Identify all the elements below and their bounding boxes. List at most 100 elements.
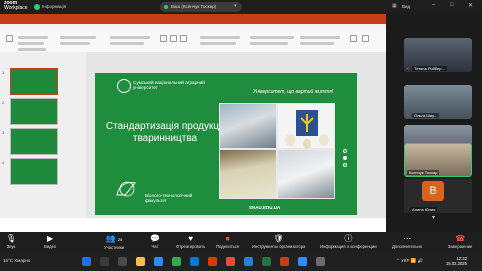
info-icon: ⓘ bbox=[344, 234, 353, 243]
ribbon-control bbox=[200, 42, 236, 45]
video-icon: ▶ bbox=[47, 234, 54, 243]
reactions-button[interactable]: ♥ Отреагировать bbox=[176, 234, 205, 249]
end-call-icon: ☎ bbox=[455, 234, 466, 243]
thumbnail-number: 2 bbox=[2, 100, 5, 105]
audio-button[interactable]: 🎙 Звук bbox=[6, 234, 16, 249]
designer-icon bbox=[362, 35, 369, 42]
end-meeting-button[interactable]: ☎ Завершение bbox=[448, 234, 472, 249]
ribbon-control bbox=[110, 42, 144, 45]
slide-thumbnail[interactable] bbox=[10, 98, 58, 125]
ribbon-control bbox=[250, 36, 294, 39]
mic-off-icon: ✕ bbox=[406, 66, 410, 71]
active-speaker-tile[interactable]: Ксенчук Тоскар bbox=[404, 143, 472, 177]
slide-thumbnail[interactable] bbox=[10, 128, 58, 155]
folder-icon[interactable] bbox=[136, 257, 145, 266]
nav-dot bbox=[343, 163, 347, 167]
view-button[interactable]: Вид bbox=[402, 4, 410, 9]
slide-thumbnail[interactable] bbox=[10, 68, 58, 95]
mic-off-icon: ✕ bbox=[406, 113, 410, 118]
word-icon[interactable] bbox=[244, 257, 253, 266]
powerpoint-icon[interactable] bbox=[280, 257, 289, 266]
shield-icon: 🛡 bbox=[273, 234, 284, 243]
share-screen-button[interactable]: ⏹ Поделиться bbox=[216, 234, 239, 249]
edge-icon[interactable] bbox=[154, 257, 163, 266]
eggs-photo bbox=[277, 103, 335, 149]
ribbon-control bbox=[18, 36, 48, 39]
nav-dot bbox=[343, 156, 347, 160]
eggs-icon bbox=[285, 110, 329, 149]
university-name: Сумський національний аграрний університ… bbox=[133, 80, 205, 90]
start-icon[interactable] bbox=[82, 257, 91, 266]
chevron-down-icon[interactable]: ▾ bbox=[432, 214, 435, 221]
task-view-icon[interactable] bbox=[118, 257, 127, 266]
participant-name: Алина Юлия bbox=[410, 207, 438, 212]
share-screen-icon: ⏹ bbox=[225, 234, 230, 243]
shield-icon[interactable] bbox=[34, 4, 40, 10]
participants-button[interactable]: 👥 25 Участники bbox=[104, 234, 124, 250]
zoom-icon[interactable] bbox=[298, 257, 307, 266]
ribbon-control bbox=[60, 36, 96, 39]
slide-title: Стандартизація продукції тваринництва bbox=[105, 121, 225, 144]
zoom-logo: zoom Workplace bbox=[4, 0, 28, 11]
slide-thumbnail[interactable] bbox=[10, 158, 58, 185]
video-button[interactable]: ▶ Видео bbox=[44, 234, 56, 249]
site-url[interactable]: SNAU.EDU.UA bbox=[249, 205, 280, 210]
university-logo bbox=[117, 79, 131, 93]
excel-icon[interactable] bbox=[262, 257, 271, 266]
info-label[interactable]: Інформація bbox=[42, 4, 66, 9]
thumbnail-number: 4 bbox=[2, 160, 5, 165]
participant-avatar: B bbox=[422, 181, 444, 201]
maximize-icon[interactable]: □ bbox=[450, 2, 454, 8]
participants-icon: 👥 25 bbox=[105, 234, 123, 243]
slide: Сумський національний аграрний університ… bbox=[95, 73, 357, 215]
poultry-farm-photo bbox=[219, 149, 277, 199]
chevron-down-icon[interactable]: ▾ bbox=[234, 3, 237, 9]
opera-icon[interactable] bbox=[226, 257, 235, 266]
mic-icon: 🎙 bbox=[6, 234, 17, 243]
ribbon-control bbox=[60, 42, 90, 45]
design-icon bbox=[350, 35, 357, 42]
chat-icon: 💬 bbox=[150, 234, 160, 243]
shape-icon bbox=[160, 35, 167, 42]
share-status-label: Ваш (Ксенчук Тоскар) bbox=[171, 4, 217, 9]
minimize-icon[interactable]: – bbox=[432, 2, 435, 8]
thumbnail-number: 1 bbox=[2, 70, 5, 75]
chrome-icon[interactable] bbox=[172, 257, 181, 266]
ribbon-control bbox=[200, 36, 240, 39]
more-icon: ⋯ bbox=[403, 234, 412, 243]
search-icon[interactable] bbox=[100, 257, 109, 266]
chat-button[interactable]: 💬 Чат bbox=[150, 234, 160, 249]
ribbon-control bbox=[110, 36, 150, 39]
laboratory-photo bbox=[277, 149, 335, 199]
participant-name: Тетяна Ройбер... bbox=[412, 66, 447, 71]
scientist-photo bbox=[219, 103, 277, 149]
participant-video-tile[interactable]: ✕ Ольга Шиу... bbox=[404, 85, 472, 119]
participant-name: Ксенчук Тоскар bbox=[407, 170, 440, 175]
weather-widget[interactable]: 15°C Хмарно bbox=[3, 258, 30, 263]
system-tray[interactable]: ⌃ УКР 📶 🔊 bbox=[396, 258, 423, 264]
shape-icon bbox=[180, 35, 187, 42]
ribbon-control bbox=[18, 48, 46, 51]
view-icon[interactable]: ▦ bbox=[392, 3, 397, 9]
shape-icon bbox=[170, 35, 177, 42]
ribbon-control bbox=[250, 42, 288, 45]
participant-name: Ольга Шиу... bbox=[412, 113, 440, 118]
office-icon[interactable] bbox=[208, 257, 217, 266]
meeting-info-button[interactable]: ⓘ Информация о конференции bbox=[320, 234, 377, 249]
nav-dot bbox=[343, 149, 347, 153]
host-tools-button[interactable]: 🛡 Инструменты организатора bbox=[252, 234, 305, 249]
more-button[interactable]: ⋯ Дополнительно bbox=[392, 234, 422, 249]
share-status-icon bbox=[164, 5, 168, 9]
thumbnail-number: 3 bbox=[2, 130, 5, 135]
ribbon-control bbox=[300, 36, 340, 39]
faculty-logo bbox=[116, 181, 136, 197]
faculty-name: Біолого-технологічний факультет bbox=[145, 193, 193, 203]
clock[interactable]: 12:32 15.02.2025 bbox=[446, 256, 467, 266]
language-indicator[interactable]: УКР bbox=[401, 258, 409, 263]
store-icon[interactable] bbox=[190, 257, 199, 266]
ribbon-control bbox=[300, 42, 334, 45]
app-icon[interactable] bbox=[316, 257, 325, 266]
close-icon[interactable]: ✕ bbox=[468, 2, 473, 9]
participant-video-tile[interactable]: ✕ Тетяна Ройбер... bbox=[404, 38, 472, 72]
ppt-title-bar bbox=[0, 14, 386, 24]
